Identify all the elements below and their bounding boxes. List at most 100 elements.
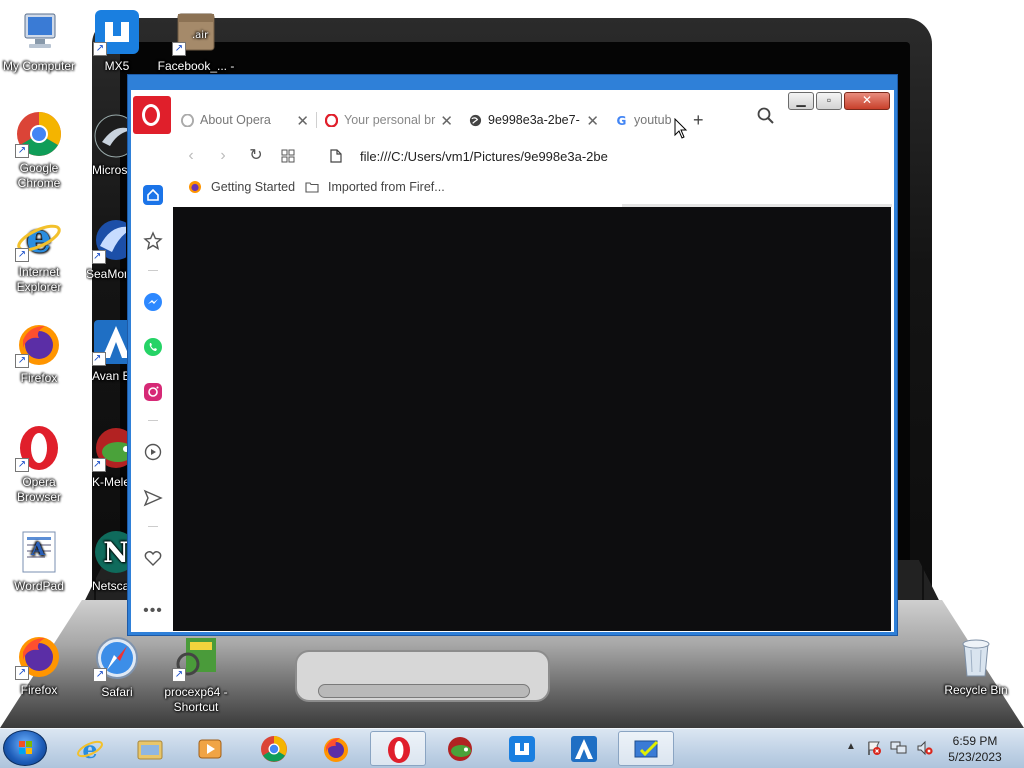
tab-close-icon[interactable]: ✕	[440, 112, 453, 130]
reload-button[interactable]: ↻	[244, 144, 268, 168]
desktop-icon-firefox[interactable]: ↗ Firefox	[0, 320, 78, 386]
firefox-icon: ↗	[15, 320, 63, 368]
tab-your-personal-browser[interactable]: Your personal br ✕	[317, 100, 459, 140]
maximize-icon: ▫	[826, 93, 832, 107]
tab-search-button[interactable]	[756, 106, 776, 126]
desktop-icon-procexp64-shortcut[interactable]: ↗ procexp64 - Shortcut	[156, 634, 236, 715]
desktop-icon-avant-browser[interactable]: ↗ Avan Brows	[92, 318, 132, 384]
desktop-icon-google-chrome[interactable]: ↗ Google Chrome	[0, 110, 78, 191]
desktop-icon-label: WordPad	[14, 579, 64, 593]
desktop-icon-safari[interactable]: ↗ Safari	[78, 634, 156, 700]
taskbar-windows-explorer[interactable]	[122, 731, 178, 766]
more-dots-icon: •••	[143, 602, 163, 619]
desktop-icon-wordpad[interactable]: A WordPad	[0, 528, 78, 594]
taskbar-firefox[interactable]	[308, 731, 364, 766]
process-explorer-icon: ↗	[172, 634, 220, 682]
google-icon: G	[617, 114, 627, 127]
tab-overview-button[interactable]	[276, 144, 300, 168]
taskbar-clock[interactable]: 6:59 PM 5/23/2023	[940, 733, 1010, 765]
silverlight-icon	[92, 112, 132, 160]
tab-close-icon[interactable]: ✕	[586, 112, 599, 130]
taskbar-media-player[interactable]	[182, 731, 238, 766]
send-icon	[143, 489, 163, 507]
desktop-icon-label: Recycle Bin	[944, 683, 1008, 697]
bookmark-label: Getting Started	[211, 180, 296, 194]
desktop-icon-label: Opera Browser	[16, 475, 61, 504]
bookmarks-bar: Getting Started Imported from Firef...	[173, 176, 893, 202]
computer-icon	[15, 8, 63, 56]
volume-muted-icon[interactable]	[916, 740, 934, 756]
safari-icon: ↗	[93, 634, 141, 682]
desktop-icon-k-meleon[interactable]: ↗ K-Mele	[92, 424, 132, 490]
close-window-button[interactable]: ✕	[844, 92, 890, 110]
desktop-icon-recycle-bin[interactable]: Recycle Bin	[936, 632, 1016, 698]
start-button[interactable]	[3, 730, 47, 766]
opera-menu-button[interactable]	[133, 96, 171, 134]
home-icon	[143, 185, 163, 205]
taskbar-internet-explorer[interactable]: e	[62, 731, 118, 766]
taskbar-k-meleon[interactable]	[432, 731, 488, 766]
bookmark-folder-imported[interactable]: Imported from Firef...	[305, 180, 445, 194]
whatsapp-icon	[144, 338, 162, 356]
sidebar-more-button[interactable]: •••	[142, 600, 164, 622]
bookmark-label: Imported from Firef...	[328, 180, 445, 194]
show-hidden-icons-button[interactable]: ▲	[846, 741, 856, 752]
tab-about-opera[interactable]: About Opera ✕	[173, 100, 315, 140]
avant-icon	[571, 736, 597, 762]
taskbar-chrome[interactable]	[246, 731, 302, 766]
sidebar-instagram-button[interactable]	[142, 381, 164, 403]
bookmark-getting-started[interactable]: Getting Started	[188, 180, 295, 194]
tab-close-icon[interactable]: ✕	[296, 112, 309, 130]
forward-button[interactable]: ›	[211, 144, 235, 168]
windows-logo-icon	[19, 741, 32, 754]
sidebar-bookmarks-button[interactable]	[142, 230, 164, 252]
shortcut-arrow-icon: ↗	[92, 352, 106, 366]
shortcut-arrow-icon: ↗	[15, 458, 29, 472]
page-info-button[interactable]	[324, 144, 348, 168]
mouse-cursor-icon	[674, 118, 688, 139]
desktop-icon-silverlight[interactable]: Micros Silverlig	[92, 112, 132, 178]
taskbar-avant[interactable]	[556, 731, 612, 766]
tab-active-image[interactable]: 9e998e3a-2be7- ✕	[461, 100, 605, 140]
address-field[interactable]: file:///C:/Users/vm1/Pictures/9e998e3a-2…	[360, 149, 610, 164]
taskbar-maxthon[interactable]	[494, 731, 550, 766]
maximize-button[interactable]: ▫	[816, 92, 842, 110]
desktop-icon-seamonkey[interactable]: ↗ SeaMon	[86, 216, 126, 282]
minimize-button[interactable]: ▁	[788, 92, 814, 110]
opera-sidebar: •••	[133, 140, 173, 632]
desktop-icon-netscape-navigator[interactable]: N Netsca Naviga	[92, 528, 132, 594]
maxthon-icon	[509, 736, 535, 762]
desktop-icon-label: Internet Explorer	[16, 265, 62, 294]
desktop-icon-my-computer[interactable]: My Computer	[0, 8, 78, 74]
taskbar-opera-active[interactable]	[370, 731, 426, 766]
sidebar-messenger-button[interactable]	[142, 291, 164, 313]
back-button[interactable]: ‹	[179, 144, 203, 168]
instagram-icon	[144, 383, 162, 401]
svg-text:.air: .air	[192, 30, 209, 41]
sidebar-favorites-button[interactable]	[142, 547, 164, 569]
sidebar-home-button[interactable]	[142, 184, 164, 206]
sidebar-whatsapp-button[interactable]	[142, 336, 164, 358]
desktop-icon-firefox-2[interactable]: ↗ Firefox	[0, 632, 78, 698]
back-arrow-icon: ‹	[188, 147, 194, 164]
tab-label: About Opera	[200, 113, 271, 127]
grid-icon	[281, 149, 295, 163]
taskbar-remote-app[interactable]	[618, 731, 674, 766]
desktop-icon-label: MX5	[104, 59, 130, 73]
sidebar-send-button[interactable]	[142, 487, 164, 509]
sidebar-divider	[148, 420, 158, 421]
maxthon-icon: ↗	[93, 8, 141, 56]
media-player-icon	[198, 739, 222, 759]
sidebar-player-button[interactable]	[142, 441, 164, 463]
desktop-icon-label: procexp64 - Shortcut	[164, 685, 228, 714]
new-tab-button[interactable]: +	[685, 100, 715, 140]
network-icon[interactable]	[890, 740, 908, 756]
svg-text:A: A	[30, 539, 46, 560]
desktop-icon-opera-browser[interactable]: ↗ Opera Browser	[0, 424, 78, 505]
desktop-icon-mx5[interactable]: ↗ MX5	[78, 8, 156, 74]
desktop-icon-internet-explorer[interactable]: e ↗ Internet Explorer	[0, 214, 78, 295]
shortcut-arrow-icon: ↗	[15, 144, 29, 158]
reload-icon: ↻	[249, 147, 263, 164]
page-content-viewport[interactable]	[173, 207, 891, 631]
action-center-flag-icon[interactable]	[866, 740, 882, 756]
